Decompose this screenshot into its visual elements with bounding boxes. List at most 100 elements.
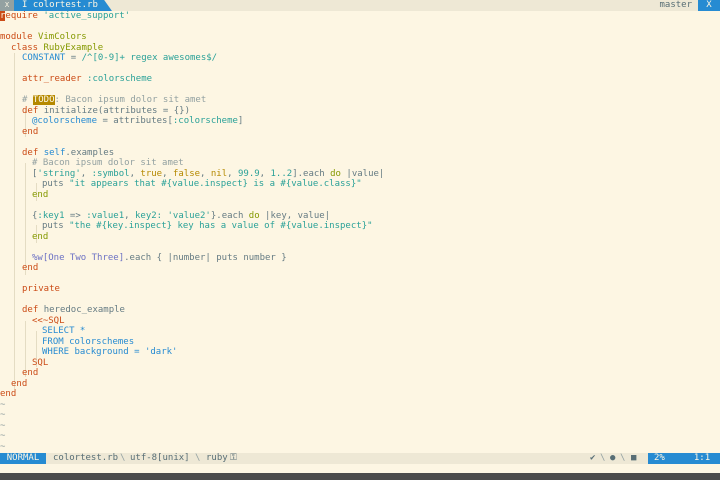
tab-colortest[interactable]: I colortest.rb <box>14 0 112 11</box>
keyword-end: end <box>22 126 39 137</box>
code-line: end <box>22 127 38 138</box>
word-array-literal: %w[One Two Three] <box>32 252 125 263</box>
code-line: class RubyExample <box>11 43 103 54</box>
code-line: module VimColors <box>0 32 87 43</box>
string-literal: 'string' <box>37 168 81 179</box>
heredoc-end: SQL <box>32 357 49 368</box>
empty-line-marker: ~ <box>0 431 6 441</box>
code-line: ['string', :symbol, true, false, nil, 99… <box>32 169 384 180</box>
comment-text: # Bacon ipsum dolor sit amet <box>32 158 184 168</box>
command-line[interactable] <box>0 464 720 473</box>
window-frame-bottom <box>0 473 720 480</box>
comment-text: : Bacon ipsum dolor sit amet <box>54 95 207 105</box>
code-line: @colorscheme = attributes[:colorscheme] <box>32 116 243 127</box>
keyword-end: end <box>32 231 49 242</box>
code-text: , <box>129 168 141 179</box>
comment-text: # <box>22 95 33 105</box>
keyword-end: end <box>22 263 39 273</box>
empty-line-marker: ~ <box>0 420 6 431</box>
keyword-do: do <box>330 168 341 179</box>
code-line: CONSTANT = /^[0-9]+ regex awesomes$/ <box>22 53 217 64</box>
mode-indicator: NORMAL <box>0 453 46 464</box>
code-text: = attributes[ <box>97 116 173 126</box>
method-name: .examples <box>65 147 115 158</box>
close-icon[interactable]: X <box>0 0 14 11</box>
lock-icon: ⚿ <box>230 453 237 463</box>
boolean-literal: true <box>140 168 163 179</box>
code-line: private <box>22 284 60 295</box>
code-text: |key, value| <box>259 210 331 221</box>
symbol-literal: :colorscheme <box>172 116 238 126</box>
keyword-end: end <box>11 378 28 389</box>
todo-badge: TODO <box>32 95 55 105</box>
module-name: VimColors <box>37 32 87 42</box>
statusline-separator: \ <box>195 453 201 463</box>
keyword-end: end <box>22 368 39 378</box>
keyword-class: class <box>11 42 44 53</box>
statusline: NORMAL colortest.rb \ utf-8[unix] \ ruby… <box>0 453 720 464</box>
statusline-separator: \ <box>120 453 126 463</box>
indent-guide <box>25 163 26 275</box>
dot-icon: ● <box>610 453 616 463</box>
code-text: .each { |number| puts number } <box>124 252 287 263</box>
statusline-separator: \ <box>620 453 626 463</box>
code-line: end <box>22 368 38 379</box>
keyword-module: module <box>0 32 38 42</box>
string-literal: "it appears that #{value.inspect} is a #… <box>69 179 362 189</box>
code-text: , <box>80 168 92 179</box>
code-line: # Bacon ipsum dolor sit amet <box>32 158 184 169</box>
string-literal: "the #{key.inspect} key has a value of #… <box>69 221 373 231</box>
code-line: def initialize(attributes = {}) <box>22 106 190 117</box>
range-literal: 1..2 <box>270 168 293 179</box>
keyword-self: self <box>43 147 66 158</box>
symbol-literal: :value1 <box>86 210 125 221</box>
code-text: => <box>64 210 87 221</box>
keyword-attr-reader: attr_reader <box>22 74 88 84</box>
string-literal: 'active_support' <box>43 11 131 21</box>
heredoc-content: SELECT * <box>42 326 86 336</box>
empty-line-marker: ~ <box>0 441 6 452</box>
statusline-separator: \ <box>600 453 606 463</box>
regex-literal: /^[0-9]+ regex awesomes$/ <box>81 53 218 63</box>
code-line: FROM colorschemes <box>42 337 134 348</box>
statusline-filename: colortest.rb <box>53 453 119 463</box>
code-line: SQL <box>32 358 48 369</box>
method-signature: initialize(attributes = {}) <box>43 105 190 116</box>
code-line: end <box>32 190 48 201</box>
keyword-do: do <box>248 210 260 221</box>
code-line: require 'active_support' <box>0 11 130 22</box>
code-line: <<~SQL <box>32 316 65 327</box>
code-line: end <box>11 379 27 390</box>
statusline-encoding: utf-8[unix] <box>130 453 190 463</box>
empty-line-marker: ~ <box>0 399 6 410</box>
code-text: puts <box>42 179 70 189</box>
nil-literal: nil <box>210 168 228 179</box>
code-text: , <box>162 168 173 179</box>
code-line: {:key1 => :value1, key2: 'value2'}.each … <box>32 211 330 222</box>
code-line: %w[One Two Three].each { |number| puts n… <box>32 253 287 264</box>
close-tab-button[interactable]: X <box>698 0 720 11</box>
code-line: end <box>22 263 38 274</box>
method-name: heredoc_example <box>43 305 125 315</box>
keyword-def: def <box>22 147 44 158</box>
operator: = <box>65 53 82 63</box>
code-text: , <box>227 168 238 179</box>
code-line: SELECT * <box>42 326 85 337</box>
code-line: # TODO: Bacon ipsum dolor sit amet <box>22 95 206 106</box>
instance-variable: @colorscheme <box>32 116 98 126</box>
code-text: , <box>124 210 135 221</box>
keyword-def: def <box>22 105 44 116</box>
keyword-require: equire <box>5 11 44 21</box>
string-literal: 'value2' <box>167 210 211 221</box>
code-line: def self.examples <box>22 148 114 159</box>
heredoc-content: WHERE background = 'dark' <box>42 347 178 357</box>
code-line: WHERE background = 'dark' <box>42 347 177 358</box>
code-text: ] <box>237 116 244 126</box>
code-text: |value| <box>340 168 385 179</box>
empty-line-marker: ~ <box>0 410 6 420</box>
code-text: , <box>259 168 271 179</box>
code-text: puts <box>42 221 70 231</box>
heredoc-start: <<~SQL <box>32 315 65 326</box>
editor-buffer[interactable]: require 'active_support' module VimColor… <box>0 11 720 453</box>
keyword-def: def <box>22 305 44 315</box>
